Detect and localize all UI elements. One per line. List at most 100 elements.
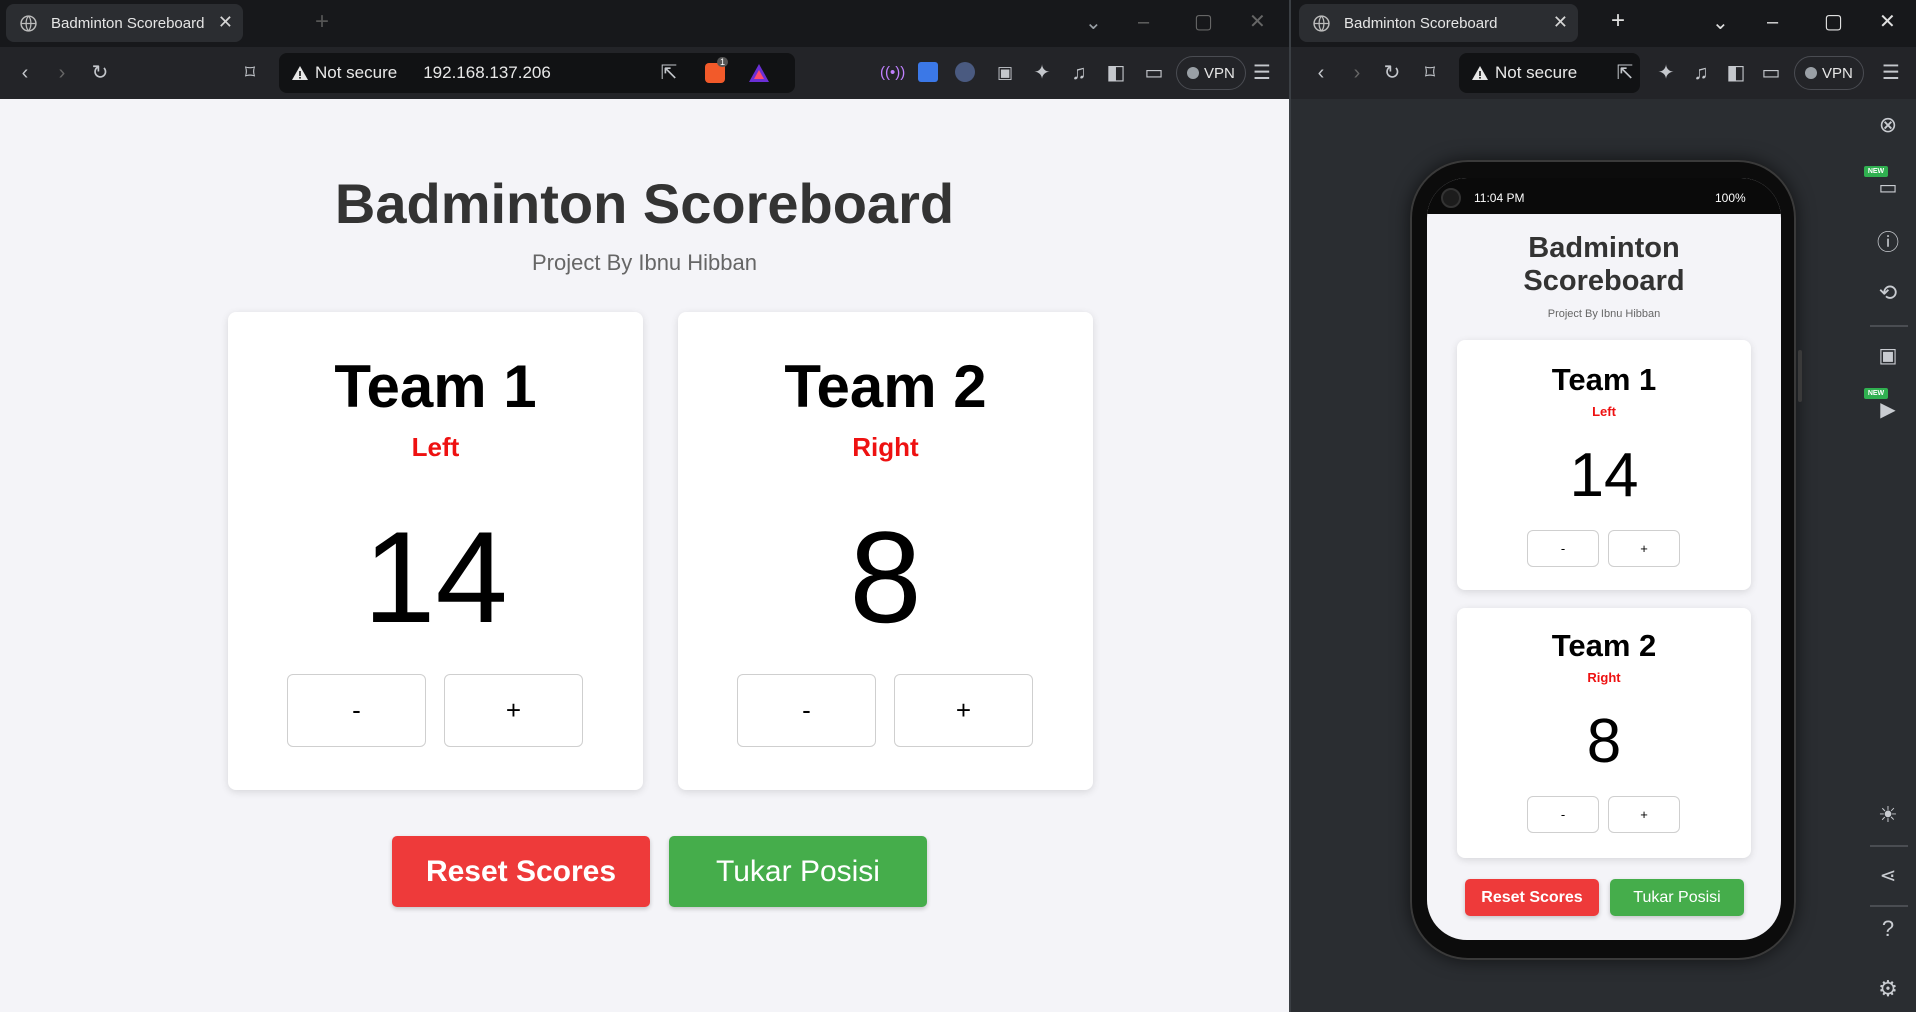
wallet-icon[interactable]: ▭: [1142, 61, 1166, 85]
increment-button[interactable]: +: [1608, 796, 1680, 833]
info-icon[interactable]: ⓘ: [1873, 226, 1903, 256]
right-tab-strip: Badminton Scoreboard ✕ + ⌄ – ▢ ✕: [1291, 0, 1916, 47]
brave-badge: 1: [717, 57, 729, 67]
increment-button[interactable]: +: [894, 674, 1033, 747]
team-side: Left: [411, 432, 460, 462]
left-browser-tab[interactable]: Badminton Scoreboard ✕: [6, 4, 243, 42]
wallet-icon[interactable]: ▭: [1759, 61, 1783, 85]
extensions-icon[interactable]: ✦: [1654, 61, 1678, 85]
brightness-icon[interactable]: ☀: [1873, 800, 1903, 830]
phone-screen: 11:04 PM 100% Badminton Scoreboard Proje…: [1427, 178, 1781, 940]
url-text[interactable]: 192.168.137.206: [423, 63, 551, 83]
sidebar-separator: [1870, 845, 1908, 847]
back-icon[interactable]: ‹: [13, 61, 37, 85]
reset-scores-button[interactable]: Reset Scores: [392, 836, 650, 907]
vpn-label: VPN: [1822, 64, 1853, 82]
phone-status-bar: 11:04 PM 100%: [1427, 178, 1781, 214]
team-name: Team 1: [334, 353, 537, 420]
camera-icon[interactable]: ▣: [993, 61, 1017, 85]
mobile-page-subtitle: Project By Ibnu Hibban: [1547, 308, 1661, 320]
minimize-icon[interactable]: –: [1138, 12, 1149, 32]
chevron-down-icon[interactable]: ⌄: [1085, 13, 1102, 33]
page-title: Badminton Scoreboard: [334, 172, 955, 235]
reload-icon[interactable]: ↻: [88, 61, 112, 85]
forward-icon[interactable]: ›: [1345, 61, 1369, 85]
music-icon[interactable]: ♫: [1067, 61, 1091, 85]
not-secure-indicator[interactable]: Not secure: [1459, 63, 1577, 83]
left-browser-window: Badminton Scoreboard ✕ + ⌄ – ▢ ✕ ‹ › ↻ ⌑…: [0, 0, 1289, 1012]
not-secure-indicator[interactable]: Not secure: [279, 63, 397, 83]
music-icon[interactable]: ♫: [1689, 61, 1713, 85]
page-subtitle: Project By Ibnu Hibban: [531, 250, 758, 275]
sidebar-icon[interactable]: ◧: [1724, 61, 1748, 85]
new-tab-button[interactable]: +: [315, 10, 329, 34]
swap-position-button[interactable]: Tukar Posisi: [669, 836, 927, 907]
sidebar-separator: [1870, 905, 1908, 907]
menu-icon[interactable]: ☰: [1879, 61, 1903, 85]
vpn-button[interactable]: VPN: [1794, 56, 1864, 90]
responsive-icon[interactable]: ▭: [1873, 172, 1903, 202]
not-secure-label: Not secure: [315, 63, 398, 82]
window-close-icon[interactable]: ✕: [1249, 12, 1266, 32]
decrement-button[interactable]: -: [1527, 530, 1599, 567]
team-card-1: Team 1 Left 14 - +: [228, 312, 643, 790]
cursor-icon[interactable]: [955, 62, 975, 82]
mobile-title-line-1: Badminton: [1528, 232, 1680, 264]
close-icon[interactable]: ✕: [218, 12, 233, 32]
close-icon[interactable]: ✕: [1553, 12, 1568, 32]
help-icon[interactable]: ?: [1873, 914, 1903, 944]
extensions-icon[interactable]: ✦: [1030, 61, 1054, 85]
team-score: 14: [1569, 441, 1639, 510]
minimize-icon[interactable]: –: [1767, 12, 1778, 32]
mobile-title-line-2: Scoreboard: [1523, 265, 1685, 297]
camera-icon[interactable]: ▣: [1873, 340, 1903, 370]
address-bar[interactable]: Not secure 192.168.137.206 ⇱ 1: [279, 53, 795, 93]
increment-button[interactable]: +: [444, 674, 583, 747]
maximize-icon[interactable]: ▢: [1824, 12, 1843, 32]
settings-icon[interactable]: ⚙: [1873, 974, 1903, 1004]
close-device-mode-icon[interactable]: ⊗: [1873, 110, 1903, 140]
increment-button[interactable]: +: [1608, 530, 1680, 567]
vpn-label: VPN: [1204, 64, 1235, 82]
forward-icon[interactable]: ›: [50, 61, 74, 85]
team-card-2: Team 2 Right 8 - +: [678, 312, 1093, 790]
rotate-icon[interactable]: ⟲: [1873, 278, 1903, 308]
new-tab-button[interactable]: +: [1611, 9, 1625, 33]
team-score: 14: [363, 504, 508, 650]
bookmark-icon[interactable]: ⌑: [1418, 61, 1442, 85]
decrement-button[interactable]: -: [1527, 796, 1599, 833]
mobile-reset-scores-button[interactable]: Reset Scores: [1465, 879, 1599, 916]
decrement-button[interactable]: -: [287, 674, 426, 747]
not-secure-label: Not secure: [1495, 63, 1578, 82]
back-icon[interactable]: ‹: [1309, 61, 1333, 85]
left-tab-title: Badminton Scoreboard: [51, 14, 205, 32]
share-icon[interactable]: ⇱: [657, 61, 681, 85]
share-network-icon[interactable]: ⋖: [1873, 860, 1903, 890]
vpn-button[interactable]: VPN: [1176, 56, 1246, 90]
sidebar-icon[interactable]: ◧: [1104, 61, 1128, 85]
mobile-swap-position-button[interactable]: Tukar Posisi: [1610, 879, 1744, 916]
mobile-team-card-2: Team 2 Right 8 - +: [1457, 608, 1751, 858]
warning-icon: [292, 66, 308, 80]
menu-icon[interactable]: ☰: [1250, 61, 1274, 85]
video-icon[interactable]: ▶: [1873, 394, 1903, 424]
window-close-icon[interactable]: ✕: [1879, 12, 1896, 32]
maximize-icon[interactable]: ▢: [1194, 12, 1213, 32]
mobile-page-title: Badminton Scoreboard: [1427, 232, 1781, 298]
vpn-status-icon: [1805, 67, 1817, 79]
right-browser-tab[interactable]: Badminton Scoreboard ✕: [1299, 4, 1578, 42]
brave-rewards-icon[interactable]: [748, 63, 770, 83]
team-side: Right: [852, 432, 919, 462]
share-icon[interactable]: ⇱: [1613, 61, 1637, 85]
translate-icon[interactable]: [918, 62, 938, 82]
vpn-status-icon: [1187, 67, 1199, 79]
mobile-team-card-1: Team 1 Left 14 - +: [1457, 340, 1751, 590]
team-side: Right: [1587, 670, 1621, 685]
bookmark-icon[interactable]: ⌑: [238, 61, 262, 85]
chevron-down-icon[interactable]: ⌄: [1712, 13, 1729, 33]
team-score: 8: [849, 504, 922, 650]
broadcast-icon[interactable]: ((•)): [880, 61, 905, 85]
reload-icon[interactable]: ↻: [1380, 61, 1404, 85]
phone-side-button: [1798, 350, 1802, 402]
decrement-button[interactable]: -: [737, 674, 876, 747]
